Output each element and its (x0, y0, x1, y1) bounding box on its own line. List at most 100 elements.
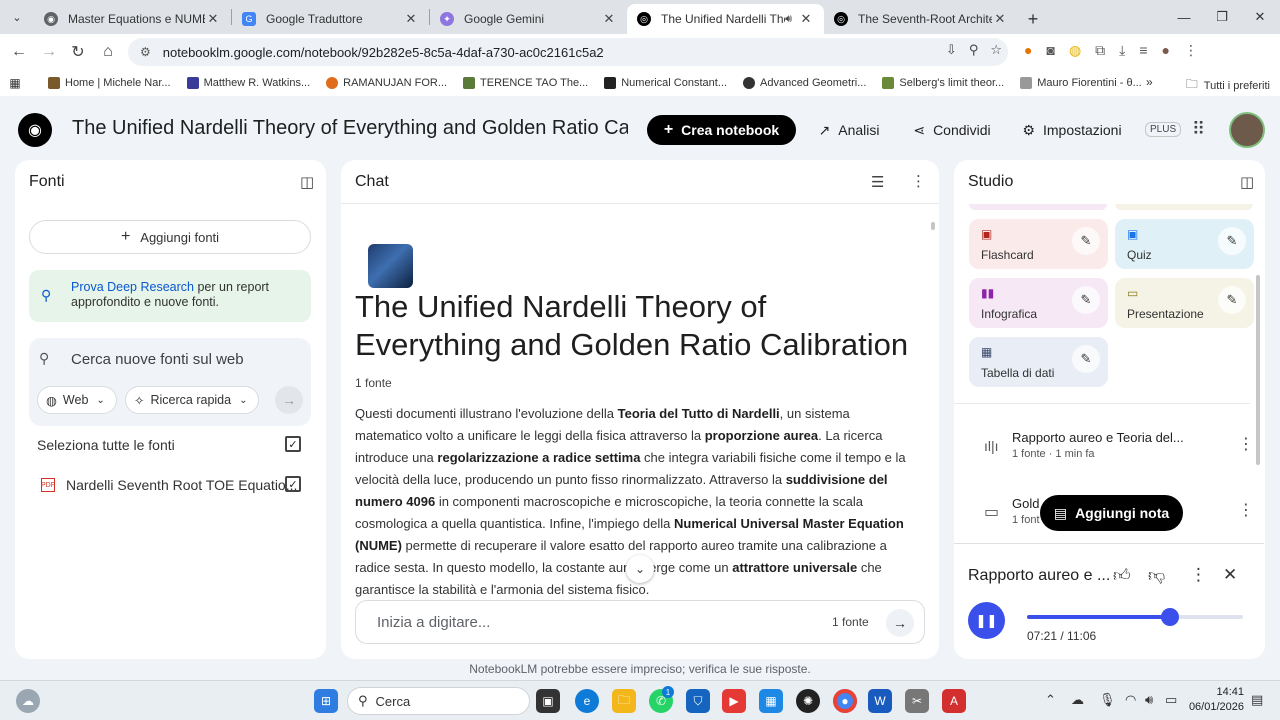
scrollbar[interactable] (931, 222, 935, 230)
onedrive-icon[interactable]: ☁ (1071, 692, 1084, 708)
edge-icon[interactable]: e (575, 689, 599, 713)
thumbs-up-icon[interactable]: 👍︎ (1113, 565, 1131, 586)
studio-tile-presentation[interactable]: ▭ Presentazione ✎ (1115, 278, 1254, 328)
edit-pencil-icon[interactable]: ✎ (1072, 345, 1100, 373)
submit-search-button[interactable]: → (275, 386, 303, 414)
tune-icon[interactable]: ☰ (871, 173, 884, 191)
reload-icon[interactable]: ↻ (63, 37, 93, 67)
more-vert-icon[interactable]: ⋮ (1238, 434, 1254, 454)
share-button[interactable]: ⋖ Condividi (900, 115, 1004, 145)
source-checkbox[interactable]: ✓ (285, 476, 301, 492)
notebooklm-logo-icon[interactable]: ◉ (18, 113, 52, 147)
more-vert-icon[interactable]: ⋮ (911, 172, 926, 190)
restore-icon[interactable]: ❐ (1202, 0, 1242, 34)
close-tab-icon[interactable]: ✕ (601, 11, 617, 27)
google-apps-icon[interactable]: ⠿ (1192, 119, 1205, 140)
tab-master-equations[interactable]: ◉ Master Equations e NUME ✕ (34, 4, 231, 34)
studio-tile-data-table[interactable]: ▦ Tabella di dati ✎ (969, 337, 1108, 387)
windows-start-icon[interactable]: ⊞ (314, 689, 338, 713)
add-note-button[interactable]: ▤ Aggiungi nota (1040, 495, 1183, 531)
thumbs-down-icon[interactable]: 👎︎ (1148, 565, 1165, 586)
pause-button[interactable]: ❚❚ (968, 602, 1005, 639)
microphone-icon[interactable]: 🎙︎ (1099, 692, 1116, 708)
home-icon[interactable]: ⌂ (93, 37, 123, 67)
add-sources-button[interactable]: + Aggiungi fonti (29, 220, 311, 254)
youtube-icon[interactable]: ▶ (722, 689, 746, 713)
close-player-icon[interactable]: ✕ (1223, 565, 1237, 585)
scroll-down-button[interactable]: ⌄ (626, 555, 654, 583)
web-source-dropdown[interactable]: ◍ Web ⌄ (37, 386, 117, 414)
close-tab-icon[interactable]: ✕ (205, 11, 221, 27)
progress-thumb[interactable] (1161, 608, 1180, 626)
select-all-checkbox[interactable]: ✓ (285, 436, 301, 452)
close-tab-icon[interactable]: ✕ (992, 11, 1008, 27)
wifi-icon[interactable]: ◠ (1125, 692, 1136, 708)
more-bookmarks-icon[interactable]: » (1146, 75, 1153, 89)
zoom-icon[interactable]: ⚲ (969, 42, 979, 58)
chatgpt-icon[interactable]: ✺ (796, 689, 820, 713)
bookmark-item[interactable]: Matthew R. Watkins... (186, 77, 310, 89)
studio-tile-quiz[interactable]: ▣ Quiz ✎ (1115, 219, 1254, 269)
taskbar-search[interactable]: ⚲ Cerca (347, 687, 530, 715)
install-app-icon[interactable]: ⇩ (946, 42, 957, 58)
notifications-icon[interactable]: ▤ (1251, 692, 1263, 708)
notebook-title[interactable]: The Unified Nardelli Theory of Everythin… (72, 117, 628, 140)
tab-google-translate[interactable]: G Google Traduttore ✕ (232, 4, 429, 34)
edit-pencil-icon[interactable]: ✎ (1218, 227, 1246, 255)
edit-pencil-icon[interactable]: ✎ (1072, 227, 1100, 255)
studio-tile-flashcard[interactable]: ▣ Flashcard ✎ (969, 219, 1108, 269)
speaker-icon[interactable]: 🔊︎ (785, 13, 792, 26)
artifact-audio-overview[interactable]: ıl|ı Rapporto aureo e Teoria del... 1 fo… (968, 428, 1254, 468)
defender-shield-icon[interactable]: ⛉ (686, 689, 710, 713)
system-clock[interactable]: 14:41 06/01/2026 (1186, 685, 1244, 715)
audio-progress-slider[interactable] (1027, 608, 1243, 626)
bookmark-item[interactable]: Home | Michele Nar... (48, 77, 171, 89)
bookmark-item[interactable]: Numerical Constant... (604, 77, 727, 89)
more-vert-icon[interactable]: ⋮ (1238, 500, 1254, 520)
weather-widget-icon[interactable]: ☁ (16, 689, 40, 713)
edit-pencil-icon[interactable]: ✎ (1072, 286, 1100, 314)
browser-menu-icon[interactable]: ⋮ (1184, 42, 1198, 59)
source-item[interactable]: PDF Nardelli Seventh Root TOE Equatio... (41, 477, 297, 493)
back-icon[interactable]: ← (4, 37, 34, 67)
camera-icon[interactable]: ◙ (1046, 42, 1054, 59)
bookmark-item[interactable]: RAMANUJAN FOR... (326, 77, 447, 89)
close-tab-icon[interactable]: ✕ (403, 11, 419, 27)
tab-seventh-root[interactable]: ◎ The Seventh-Root Architecture ✕ (824, 4, 1018, 34)
settings-button[interactable]: ⚙ Impostazioni (1012, 115, 1132, 145)
new-tab-button[interactable]: + (1018, 4, 1048, 34)
task-view-icon[interactable]: ▣ (536, 689, 560, 713)
edit-pencil-icon[interactable]: ✎ (1218, 286, 1246, 314)
send-arrow-icon[interactable]: → (886, 609, 914, 637)
apps-grid-icon[interactable]: ▦ (0, 76, 30, 90)
scrollbar[interactable] (1256, 275, 1260, 465)
deep-research-link[interactable]: Prova Deep Research (71, 280, 194, 294)
store-icon[interactable]: ▦ (759, 689, 783, 713)
word-icon[interactable]: W (868, 689, 892, 713)
chrome-icon[interactable]: ● (833, 689, 857, 713)
bookmark-item[interactable]: Selberg's limit theor... (882, 77, 1004, 89)
extension-icon[interactable]: ● (1024, 42, 1032, 59)
bookmark-item[interactable]: Advanced Geometri... (743, 77, 866, 89)
download-icon[interactable]: ⤓ (1119, 42, 1125, 59)
chat-input[interactable]: Inizia a digitare... 1 fonte → (355, 600, 925, 644)
tab-google-gemini[interactable]: ✦ Google Gemini ✕ (430, 4, 627, 34)
bookmark-item[interactable]: TERENCE TAO The... (463, 77, 588, 89)
file-explorer-icon[interactable]: 🗀 (612, 689, 636, 713)
avatar[interactable] (1229, 112, 1265, 148)
address-bar[interactable]: ⚙ notebooklm.google.com/notebook/92b282e… (128, 38, 1008, 66)
analytics-button[interactable]: ↗ Analisi (806, 115, 892, 145)
studio-tile-infographic[interactable]: ▮▮ Infografica ✎ (969, 278, 1108, 328)
acrobat-icon[interactable]: A (942, 689, 966, 713)
fast-research-dropdown[interactable]: ✧ Ricerca rapida ⌄ (125, 386, 259, 414)
minimize-icon[interactable]: — (1164, 0, 1204, 34)
collapse-panel-icon[interactable]: ◫ (300, 173, 314, 191)
profile-icon[interactable]: ● (1162, 42, 1170, 59)
snipping-tool-icon[interactable]: ✂ (905, 689, 929, 713)
bookmark-item[interactable]: Mauro Fiorentini - θ... (1020, 77, 1142, 89)
tab-search-chevron-icon[interactable]: ⌄ (0, 0, 34, 34)
forward-icon[interactable]: → (34, 37, 64, 67)
extension-search-icon[interactable]: ◍ (1069, 42, 1081, 59)
media-control-icon[interactable]: ≡ (1139, 42, 1147, 59)
battery-icon[interactable]: ▭ (1165, 692, 1177, 708)
